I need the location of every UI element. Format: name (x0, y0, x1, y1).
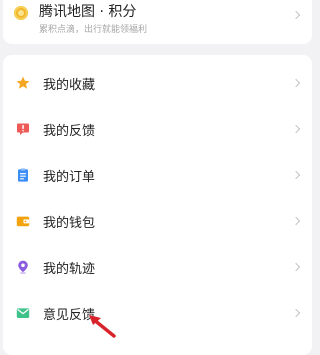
coin-icon (14, 6, 28, 20)
menu-item-label: 我的订单 (43, 170, 96, 185)
menu-item-my-feedback[interactable]: 我的反馈 (3, 105, 312, 151)
star-icon (16, 76, 30, 89)
menu-item-label: 我的钱包 (43, 216, 96, 231)
wallet-icon (16, 216, 30, 227)
menu-item-label: 我的轨迹 (43, 262, 96, 277)
location-pin-icon (18, 260, 28, 274)
menu-item-orders[interactable]: 我的订单 (3, 151, 312, 197)
menu-item-label: 我的反馈 (43, 124, 96, 139)
menu-item-track[interactable]: 我的轨迹 (3, 243, 312, 289)
chevron-right-icon (291, 124, 301, 134)
menu-item-favorites[interactable]: 我的收藏 (3, 59, 312, 105)
chevron-right-icon (291, 308, 301, 318)
chevron-right-icon (291, 262, 301, 272)
points-card[interactable]: 腾讯地图 · 积分 累积点滴，出行就能领福利 (3, 0, 312, 44)
points-title: 腾讯地图 · 积分 (39, 4, 137, 20)
menu-item-label: 我的收藏 (43, 78, 96, 93)
chevron-right-icon (291, 216, 301, 226)
chevron-right-icon (291, 10, 301, 20)
points-subtitle: 累积点滴，出行就能领福利 (39, 25, 148, 35)
feedback-alert-icon (17, 123, 29, 135)
red-arrow-icon (89, 315, 116, 338)
menu-item-suggestions[interactable]: 意见反馈 (3, 289, 312, 335)
menu-list: 我的收藏 我的反馈 我的订单 我的钱包 我的轨迹 意见反馈 (3, 55, 312, 355)
chevron-right-icon (291, 78, 301, 88)
chevron-right-icon (291, 170, 301, 180)
menu-item-wallet[interactable]: 我的钱包 (3, 197, 312, 243)
mail-icon (16, 308, 30, 318)
order-clipboard-icon (18, 168, 28, 182)
